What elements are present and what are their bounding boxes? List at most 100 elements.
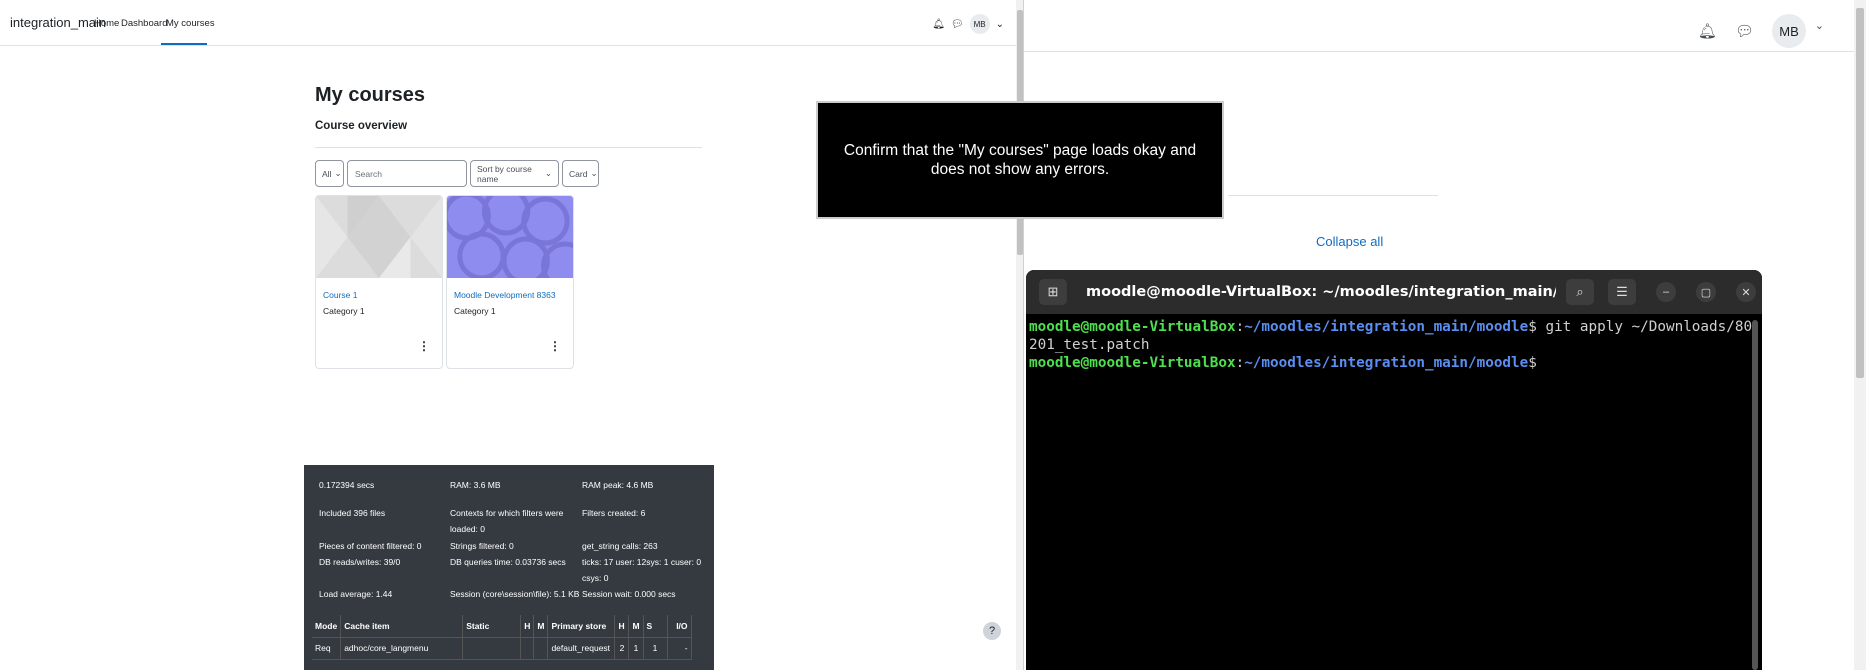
scrollbar[interactable] bbox=[1854, 0, 1866, 670]
bell-icon[interactable]: 🔔︎ bbox=[932, 19, 945, 30]
table-row: Req adhoc/core_langmenu default_request … bbox=[312, 637, 692, 660]
cell-io: - bbox=[667, 637, 692, 660]
table-header-row: Mode Cache item Static H M Primary store… bbox=[312, 615, 692, 638]
cell-m2: 1 bbox=[628, 637, 644, 660]
course-name[interactable]: Moodle Development 8363 bbox=[454, 290, 556, 300]
nav-dashboard[interactable]: Dashboard bbox=[121, 18, 167, 29]
course-image[interactable] bbox=[447, 196, 573, 291]
course-image[interactable] bbox=[316, 196, 442, 278]
active-tab-indicator bbox=[161, 43, 207, 45]
perf-contexts: Contexts for which filters were loaded: … bbox=[450, 508, 564, 534]
perf-pieces: Pieces of content filtered: 0 bbox=[319, 541, 422, 551]
perf-strings: Strings filtered: 0 bbox=[450, 541, 514, 551]
chevron-down-icon: ⌄ bbox=[544, 168, 552, 178]
course-filters: All ⌄ Search Sort by course name ⌄ Card ⌄ bbox=[315, 160, 599, 187]
sort-label: Sort by course name bbox=[477, 163, 532, 184]
search-icon[interactable]: ⌕ bbox=[1566, 279, 1594, 305]
col-cache-item: Cache item bbox=[340, 615, 464, 638]
navbar: integration_main Home Dashboard My cours… bbox=[0, 0, 1016, 46]
perf-secs: 0.172394 secs bbox=[319, 480, 375, 490]
col-io: I/O bbox=[667, 615, 692, 638]
terminal-window[interactable]: ⊞ moodle@moodle-VirtualBox: ~/moodles/in… bbox=[1026, 270, 1762, 670]
course-category: Category 1 bbox=[454, 306, 496, 316]
col-static: Static bbox=[462, 615, 522, 638]
terminal-output[interactable]: moodle@moodle-VirtualBox:~/moodles/integ… bbox=[1026, 314, 1762, 376]
prompt-user-host: moodle@moodle-VirtualBox bbox=[1029, 355, 1236, 371]
grouping-dropdown[interactable]: All ⌄ bbox=[315, 160, 344, 187]
avatar[interactable]: MB bbox=[1772, 14, 1806, 48]
header-icons: 🔔︎ 💬︎ MB bbox=[1698, 14, 1806, 48]
cell-mode: Req bbox=[312, 637, 342, 660]
perf-load: Load average: 1.44 bbox=[319, 589, 393, 599]
perf-ticks: ticks: 17 user: 12sys: 1 cuser: 0 csys: … bbox=[582, 557, 702, 583]
perf-db-time: DB queries time: 0.03736 secs bbox=[450, 557, 566, 567]
divider bbox=[315, 147, 702, 148]
course-card[interactable]: Course 1 Category 1 ⋮ bbox=[315, 195, 443, 369]
terminal-scrollbar[interactable] bbox=[1752, 320, 1758, 670]
terminal-titlebar[interactable]: ⊞ moodle@moodle-VirtualBox: ~/moodles/in… bbox=[1026, 270, 1762, 314]
prompt-path: ~/moodles/integration_main/moodle bbox=[1244, 319, 1529, 335]
cell-primary-store: default_request bbox=[547, 637, 616, 660]
help-button[interactable]: ? bbox=[983, 622, 1001, 640]
page-title: My courses bbox=[315, 84, 426, 106]
course-name[interactable]: Course 1 bbox=[323, 290, 358, 300]
col-h2: H bbox=[614, 615, 630, 638]
view-label: Card bbox=[569, 168, 588, 179]
chevron-down-icon: ⌄ bbox=[590, 168, 598, 178]
cell-static bbox=[462, 637, 522, 660]
nav-my-courses[interactable]: My courses bbox=[166, 18, 215, 29]
course-category: Category 1 bbox=[323, 306, 365, 316]
menu-icon[interactable]: ☰ bbox=[1608, 279, 1636, 305]
chat-icon[interactable]: 💬︎ bbox=[1735, 22, 1754, 40]
perf-session: Session (core\session\file): 5.1 KB bbox=[450, 589, 580, 599]
instruction-overlay: Confirm that the "My courses" page loads… bbox=[816, 101, 1224, 219]
site-brand[interactable]: integration_main bbox=[10, 15, 106, 30]
perf-get-string: get_string calls: 263 bbox=[582, 541, 658, 551]
cell-cache-item: adhoc/core_langmenu bbox=[340, 637, 464, 660]
sort-dropdown[interactable]: Sort by course name ⌄ bbox=[470, 160, 559, 187]
nav-home[interactable]: Home bbox=[94, 18, 119, 29]
divider bbox=[1228, 195, 1438, 196]
perf-session-wait: Session wait: 0.000 secs bbox=[582, 589, 676, 599]
view-dropdown[interactable]: Card ⌄ bbox=[562, 160, 599, 187]
terminal-title: moodle@moodle-VirtualBox: ~/moodles/inte… bbox=[1086, 284, 1556, 300]
performance-footer: 0.172394 secs RAM: 3.6 MB RAM peak: 4.6 … bbox=[304, 465, 714, 670]
chevron-down-icon[interactable]: ⌄ bbox=[996, 19, 1004, 30]
chat-icon[interactable]: 💬︎ bbox=[951, 19, 964, 30]
grouping-label: All bbox=[322, 168, 332, 179]
minimize-icon[interactable]: – bbox=[1656, 282, 1676, 302]
perf-included: Included 396 files bbox=[319, 508, 386, 518]
more-options-icon[interactable]: ⋮ bbox=[549, 339, 561, 353]
prompt-path: ~/moodles/integration_main/moodle bbox=[1244, 355, 1529, 371]
col-h: H bbox=[520, 615, 535, 638]
cell-s: 1 bbox=[643, 637, 668, 660]
maximize-icon[interactable]: ▢ bbox=[1696, 282, 1716, 302]
bell-icon[interactable]: 🔔︎ bbox=[1698, 22, 1717, 40]
cell-h2: 2 bbox=[614, 637, 630, 660]
cache-table: Mode Cache item Static H M Primary store… bbox=[312, 615, 692, 660]
header-icons: 🔔︎ 💬︎ MB ⌄ bbox=[932, 14, 1004, 34]
perf-ram: RAM: 3.6 MB bbox=[450, 480, 501, 490]
chevron-down-icon: ⌄ bbox=[334, 168, 342, 178]
avatar[interactable]: MB bbox=[969, 14, 990, 34]
perf-ram-peak: RAM peak: 4.6 MB bbox=[582, 480, 654, 490]
course-card[interactable]: Moodle Development 8363 Category 1 ⋮ bbox=[446, 195, 574, 369]
navbar: 🔔︎ 💬︎ MB ⌄ bbox=[1024, 0, 1854, 52]
scrollbar-thumb[interactable] bbox=[1856, 8, 1864, 378]
close-icon[interactable]: ✕ bbox=[1736, 282, 1756, 302]
perf-db-rw: DB reads/writes: 39/0 bbox=[319, 557, 401, 567]
col-m: M bbox=[533, 615, 549, 638]
collapse-all-link[interactable]: Collapse all bbox=[1316, 234, 1383, 249]
col-primary-store: Primary store bbox=[547, 615, 616, 638]
col-mode: Mode bbox=[312, 615, 342, 638]
cell-m bbox=[533, 637, 549, 660]
prompt-user-host: moodle@moodle-VirtualBox bbox=[1029, 319, 1236, 335]
perf-filters-created: Filters created: 6 bbox=[582, 508, 646, 518]
chevron-down-icon[interactable]: ⌄ bbox=[1815, 19, 1824, 32]
search-input[interactable]: Search bbox=[347, 160, 467, 187]
section-title: Course overview bbox=[315, 120, 408, 132]
cell-h bbox=[520, 637, 535, 660]
new-tab-icon[interactable]: ⊞ bbox=[1039, 279, 1067, 305]
more-options-icon[interactable]: ⋮ bbox=[418, 339, 430, 353]
col-m2: M bbox=[628, 615, 644, 638]
